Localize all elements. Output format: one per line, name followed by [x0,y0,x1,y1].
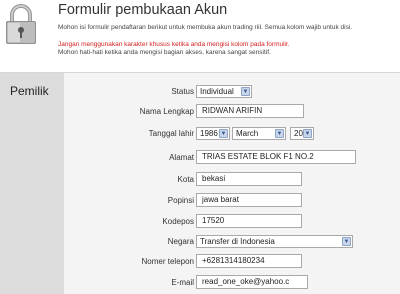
kodepos-label: Kodepos [162,217,194,226]
telepon-label: Nomer telepon [141,257,194,266]
kota-label: Kota [177,175,194,184]
birth-month-value: March [236,129,259,138]
section-title: Pemilik [10,84,49,98]
alamat-label: Alamat [169,153,194,162]
birth-day-select[interactable]: 20 ▼ [290,127,314,140]
chevron-down-icon: ▼ [241,87,250,96]
status-select[interactable]: Individual ▼ [196,85,252,98]
note-text: Mohon hati-hati ketika anda mengisi bagi… [58,49,271,56]
telepon-input[interactable]: +6281314180234 [196,254,302,268]
status-select-value: Individual [200,87,234,96]
form-panel: Pemilik Status Individual ▼ Nama Lengkap… [0,72,400,294]
propinsi-input[interactable]: jawa barat [196,193,302,207]
alamat-input[interactable]: TRIAS ESTATE BLOK F1 NO.2 [196,150,356,164]
chevron-down-icon: ▼ [303,129,312,138]
tanggal-label: Tanggal lahir [148,129,194,138]
chevron-down-icon: ▼ [342,237,351,246]
intro-text: Mohon isi formulir pendaftaran berikut u… [58,24,353,31]
padlock-icon [6,4,36,44]
kodepos-input[interactable]: 17520 [196,214,302,228]
propinsi-label: Popinsi [167,196,194,205]
negara-select[interactable]: Transfer di Indonesia ▼ [196,235,353,248]
nama-label: Nama Lengkap [139,107,194,116]
negara-select-value: Transfer di Indonesia [200,237,275,246]
birth-day-value: 20 [294,129,303,138]
page-title: Formulir pembukaan Akun [58,2,228,18]
email-input[interactable]: read_one_oke@yahoo.c [196,275,308,289]
nama-input[interactable]: RIDWAN ARIFIN [196,104,304,118]
chevron-down-icon: ▼ [275,129,284,138]
section-tab: Pemilik [0,73,64,294]
warning-text: Jangan menggunakan karakter khusus ketik… [58,41,290,48]
birth-year-value: 1986 [200,129,218,138]
chevron-down-icon: ▼ [219,129,228,138]
negara-label: Negara [167,237,194,246]
kota-input[interactable]: bekasi [196,172,302,186]
birth-year-select[interactable]: 1986 ▼ [196,127,230,140]
birth-month-select[interactable]: March ▼ [232,127,286,140]
status-label: Status [171,87,194,96]
email-label: E-mail [171,278,194,287]
